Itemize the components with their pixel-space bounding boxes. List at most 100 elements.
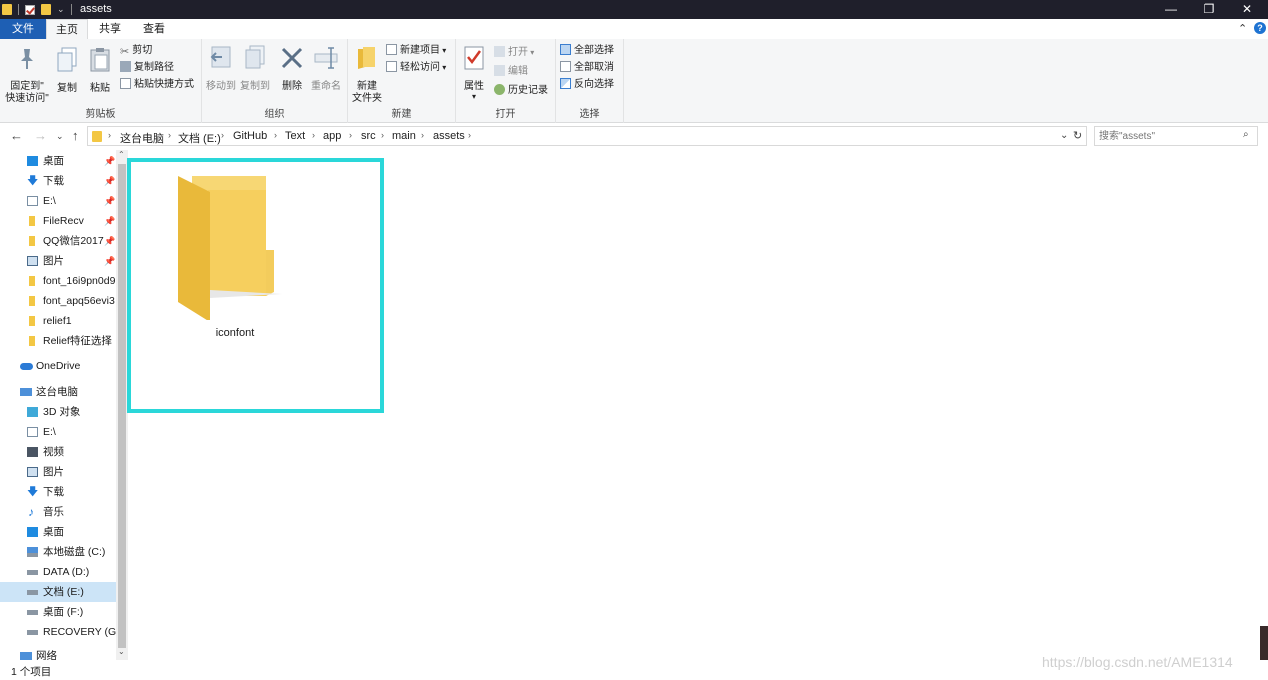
sidebar-item-onedrive[interactable]: OneDrive xyxy=(0,356,116,376)
up-arrow-icon[interactable]: ↑ xyxy=(72,128,79,143)
sidebar-item-e-root[interactable]: E:\ 📌 xyxy=(0,191,116,211)
properties-icon xyxy=(464,46,484,70)
tab-share[interactable]: 共享 xyxy=(88,19,132,39)
sidebar-item-music[interactable]: ♪ 音乐 xyxy=(0,502,116,522)
folder-name[interactable]: iconfont xyxy=(170,327,300,339)
breadcrumb-this-pc[interactable]: 这台电脑 xyxy=(120,130,164,146)
properties-quick-icon[interactable] xyxy=(25,4,35,15)
copy-to-button[interactable]: 复制到 xyxy=(238,45,272,93)
breadcrumb-github[interactable]: GitHub xyxy=(233,130,267,142)
drive-icon xyxy=(27,570,38,575)
sidebar-item-font2[interactable]: font_apq56evi3 xyxy=(0,291,116,311)
sidebar-item-this-pc[interactable]: 这台电脑 xyxy=(0,382,116,402)
sidebar-item-drive-c[interactable]: 本地磁盘 (C:) xyxy=(0,542,116,562)
separator xyxy=(18,4,19,15)
scroll-thumb[interactable] xyxy=(118,164,126,648)
sidebar-item-drive-g[interactable]: RECOVERY (G:) xyxy=(0,622,116,642)
search-box[interactable]: ⌕ xyxy=(1094,126,1258,146)
delete-button[interactable]: 删除 xyxy=(278,45,306,93)
organize-group-label: 组织 xyxy=(264,109,285,120)
scroll-up-icon[interactable]: ⌃ xyxy=(118,150,125,159)
sidebar-item-desktop[interactable]: 桌面 📌 xyxy=(0,151,116,171)
tab-view[interactable]: 查看 xyxy=(132,19,176,39)
sidebar-item-pictures[interactable]: 图片 📌 xyxy=(0,251,116,271)
sidebar-item-relief1[interactable]: relief1 xyxy=(0,311,116,331)
address-bar[interactable]: › 这台电脑 › 文档 (E:) › GitHub › Text › app ›… xyxy=(87,126,1087,146)
close-button[interactable]: ✕ xyxy=(1228,0,1266,19)
pin-icon: 📌 xyxy=(104,196,116,206)
pin-quick-access-button[interactable]: 固定到" 快速访问" xyxy=(4,47,50,105)
collapse-ribbon-icon[interactable]: ⌃ xyxy=(1238,22,1247,35)
search-input[interactable] xyxy=(1099,129,1239,144)
chevron-right-icon: › xyxy=(421,130,424,140)
move-to-button[interactable]: 移动到 xyxy=(204,45,238,93)
sidebar-item-pc-pictures[interactable]: 图片 xyxy=(0,462,116,482)
new-folder-quick-icon[interactable] xyxy=(41,4,51,15)
sidebar-item-pc-downloads[interactable]: 🡇 下载 xyxy=(0,482,116,502)
select-all-button[interactable]: 全部选择 xyxy=(560,43,614,59)
refresh-icon[interactable]: ↻ xyxy=(1073,129,1082,142)
sidebar-item-qq[interactable]: QQ微信2017 📌 xyxy=(0,231,116,251)
sidebar-item-filerecv[interactable]: FileRecv 📌 xyxy=(0,211,116,231)
breadcrumb-text[interactable]: Text xyxy=(285,130,305,142)
pictures-icon xyxy=(27,256,38,266)
sidebar-item-relief-feature[interactable]: Relief特征选择 xyxy=(0,331,116,351)
paste-shortcut-button[interactable]: 粘贴快捷方式 xyxy=(120,77,194,93)
invert-selection-button[interactable]: 反向选择 xyxy=(560,77,614,93)
pin-icon: 📌 xyxy=(104,156,116,166)
back-arrow-icon[interactable]: ← xyxy=(10,128,23,143)
sidebar-item-drive-f[interactable]: 桌面 (F:) xyxy=(0,602,116,622)
sidebar-item-pc-desktop[interactable]: 桌面 xyxy=(0,522,116,542)
search-icon[interactable]: ⌕ xyxy=(1243,129,1249,140)
rename-button[interactable]: 重命名 xyxy=(308,45,344,93)
rename-icon xyxy=(314,47,338,69)
maximize-button[interactable]: ❐ xyxy=(1190,0,1228,19)
download-arrow-icon: 🡇 xyxy=(27,175,39,187)
copy-path-button[interactable]: 复制路径 xyxy=(120,60,174,76)
resize-grip[interactable] xyxy=(1260,626,1268,660)
separator xyxy=(70,4,72,15)
sidebar-item-font1[interactable]: font_16i9pn0d9 xyxy=(0,271,116,291)
sidebar-item-pc-e[interactable]: E:\ xyxy=(0,422,116,442)
edit-button[interactable]: 编辑 xyxy=(494,64,528,80)
breadcrumb-src[interactable]: src xyxy=(361,130,376,142)
tab-home[interactable]: 主页 xyxy=(46,19,88,39)
forward-arrow-icon[interactable]: → xyxy=(34,128,47,143)
breadcrumb-drive-e[interactable]: 文档 (E:) xyxy=(178,130,221,146)
ribbon: 固定到" 快速访问" 复制 粘贴 ✂ 剪切 复制路径 粘贴快捷方式 剪贴板 移动… xyxy=(0,39,1268,123)
open-button[interactable]: 打开 ▾ xyxy=(494,45,534,61)
sidebar-item-videos[interactable]: 视频 xyxy=(0,442,116,462)
edit-icon xyxy=(494,65,505,76)
new-folder-button[interactable]: 新建 文件夹 xyxy=(350,45,384,105)
new-item-label: 新建项目 xyxy=(400,45,440,56)
select-none-button[interactable]: 全部取消 xyxy=(560,60,614,76)
sidebar-item-drive-e[interactable]: 文档 (E:) xyxy=(0,582,116,602)
minimize-button[interactable]: — xyxy=(1152,0,1190,19)
customize-quick-access-icon[interactable]: ⌄ xyxy=(57,4,65,15)
move-to-icon xyxy=(210,46,231,68)
folder-item[interactable]: iconfont xyxy=(170,170,300,350)
system-drive-icon xyxy=(27,547,38,557)
history-button[interactable]: 历史记录 xyxy=(494,83,548,99)
computer-icon xyxy=(20,388,32,396)
properties-button[interactable]: 属性 ▾ xyxy=(460,45,488,101)
scroll-down-icon[interactable]: ⌄ xyxy=(118,647,125,656)
paste-button[interactable]: 粘贴 xyxy=(86,47,114,95)
video-icon xyxy=(27,447,38,457)
sidebar-item-downloads[interactable]: 🡇 下载 📌 xyxy=(0,171,116,191)
help-icon[interactable]: ? xyxy=(1254,22,1266,34)
easy-access-button[interactable]: 轻松访问 ▾ xyxy=(386,60,446,76)
tab-file[interactable]: 文件 xyxy=(0,19,46,39)
breadcrumb-app[interactable]: app xyxy=(323,130,341,142)
cut-button[interactable]: ✂ 剪切 xyxy=(120,43,152,59)
copy-button[interactable]: 复制 xyxy=(54,47,80,95)
chevron-right-icon: › xyxy=(108,130,111,140)
address-history-chevron-icon[interactable]: ⌄ xyxy=(1060,130,1068,141)
new-item-button[interactable]: 新建项目 ▾ xyxy=(386,43,446,59)
recent-locations-chevron-icon[interactable]: ⌄ xyxy=(56,131,64,142)
sidebar-item-drive-d[interactable]: DATA (D:) xyxy=(0,562,116,582)
breadcrumb-assets[interactable]: assets xyxy=(433,130,465,142)
drive-icon xyxy=(27,630,38,635)
sidebar-item-3d-objects[interactable]: 3D 对象 xyxy=(0,402,116,422)
breadcrumb-main[interactable]: main xyxy=(392,130,416,142)
